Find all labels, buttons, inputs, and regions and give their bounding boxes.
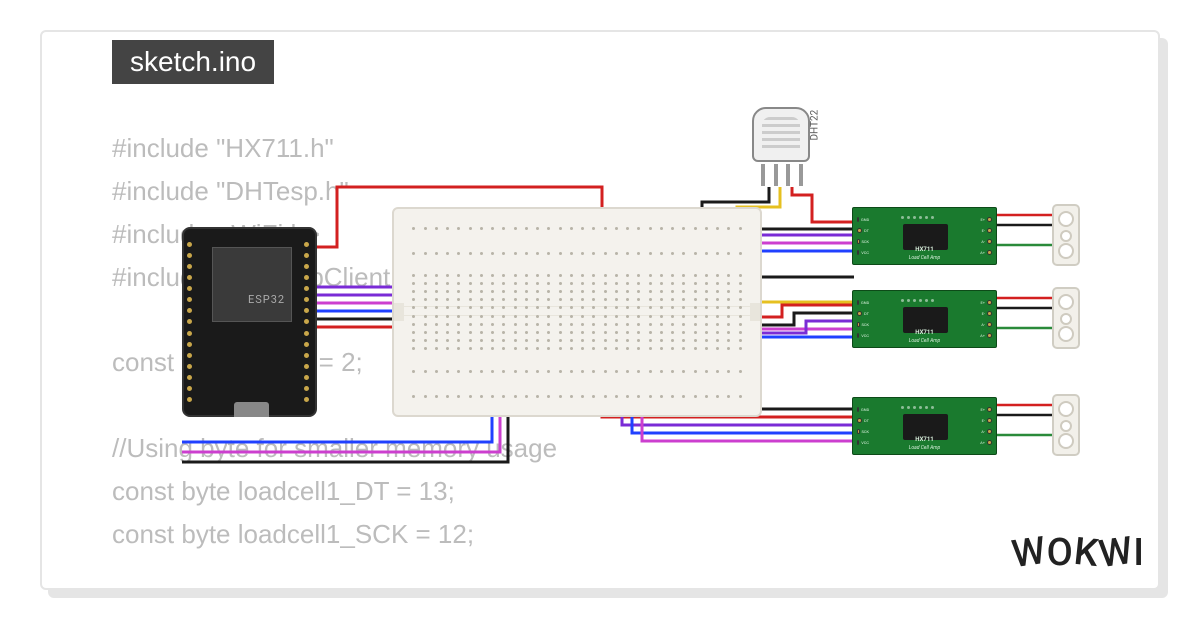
hx711-title: HX711	[853, 329, 996, 336]
breadboard[interactable]	[392, 207, 762, 417]
dht22-grille-icon	[762, 117, 800, 152]
esp32-pins-left	[187, 239, 195, 405]
breadboard-rail	[404, 357, 750, 385]
dht22-body	[752, 107, 810, 162]
hx711-title: HX711	[853, 436, 996, 443]
breadboard-rail	[404, 382, 750, 410]
hx711-right-pins: E+E-A-A+	[980, 297, 992, 341]
hx711-right-pins: E+E-A-A+	[980, 214, 992, 258]
esp32-chip: ESP32	[212, 247, 292, 322]
hx711-subtitle: Load Cell Amp	[853, 255, 996, 261]
file-tab[interactable]: sketch.ino	[112, 40, 274, 84]
usb-port-icon	[234, 402, 269, 417]
hx711-title: HX711	[853, 246, 996, 253]
breadboard-rail	[404, 239, 750, 267]
hx711-subtitle: Load Cell Amp	[853, 338, 996, 344]
load-cell-1[interactable]	[1052, 204, 1080, 266]
preview-card: sketch.ino #include "HX711.h" #include "…	[40, 30, 1160, 590]
load-cell-3[interactable]	[1052, 394, 1080, 456]
hx711-module-1[interactable]: GNDDTSCKVCC HX711 Load Cell Amp E+E-A-A+	[852, 207, 997, 265]
hx711-subtitle: Load Cell Amp	[853, 445, 996, 451]
circuit-diagram[interactable]: ESP32 DHT22 GNDDTSCKVCC	[182, 107, 1132, 527]
breadboard-rail	[404, 214, 750, 242]
dht22-pins	[752, 164, 812, 186]
dht22-label: DHT22	[810, 110, 821, 141]
esp32-pins-right	[304, 239, 312, 405]
hx711-module-2[interactable]: GNDDTSCKVCC HX711 Load Cell Amp E+E-A-A+	[852, 290, 997, 348]
esp32-board[interactable]: ESP32	[182, 227, 317, 417]
file-tab-label: sketch.ino	[130, 46, 256, 77]
wokwi-logo: WOKWI	[1012, 531, 1145, 575]
dht22-sensor[interactable]: DHT22	[752, 107, 812, 197]
esp32-label: ESP32	[248, 293, 285, 306]
load-cell-2[interactable]	[1052, 287, 1080, 349]
breadboard-center	[404, 271, 750, 353]
hx711-module-3[interactable]: GNDDTSCKVCC HX711 Load Cell Amp E+E-A-A+	[852, 397, 997, 455]
hx711-right-pins: E+E-A-A+	[980, 404, 992, 448]
